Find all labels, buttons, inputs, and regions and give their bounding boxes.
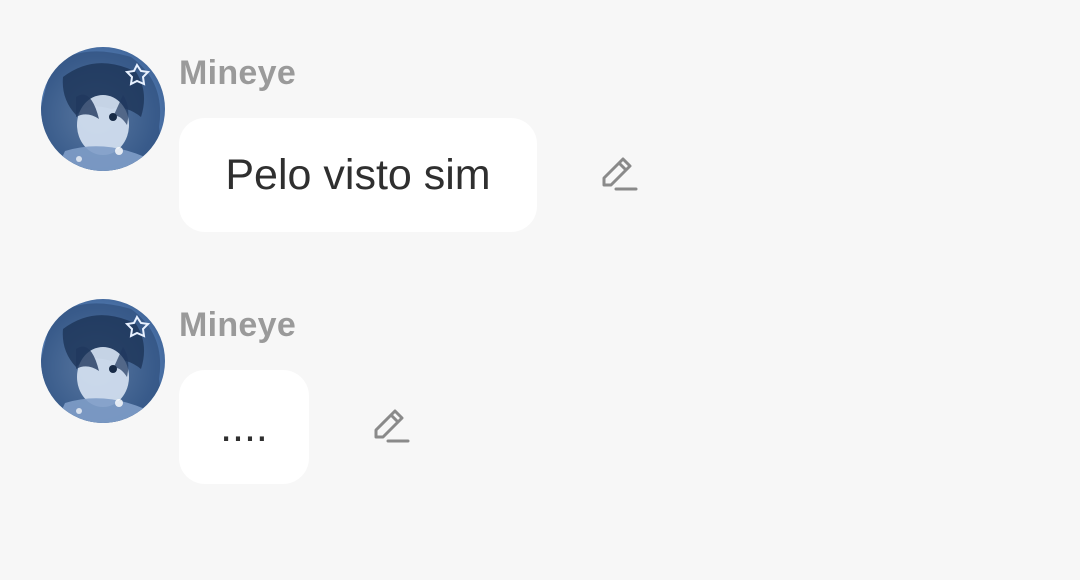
message-text: Pelo visto sim — [225, 151, 491, 199]
avatar-image — [41, 303, 165, 423]
message-bubble[interactable]: .... — [179, 370, 309, 484]
pencil-icon — [374, 409, 410, 443]
user-avatar[interactable] — [41, 299, 165, 423]
user-avatar[interactable] — [41, 47, 165, 171]
chat-message: Mineye .... — [0, 299, 1080, 499]
chat-message: Mineye Pelo visto sim — [0, 47, 1080, 247]
edit-button[interactable] — [593, 151, 641, 199]
message-text: .... — [220, 403, 268, 451]
pencil-icon — [602, 157, 638, 191]
username: Mineye — [179, 54, 297, 92]
avatar-image — [41, 51, 165, 171]
edit-button[interactable] — [365, 403, 413, 451]
username: Mineye — [179, 306, 297, 344]
message-bubble[interactable]: Pelo visto sim — [179, 118, 537, 232]
